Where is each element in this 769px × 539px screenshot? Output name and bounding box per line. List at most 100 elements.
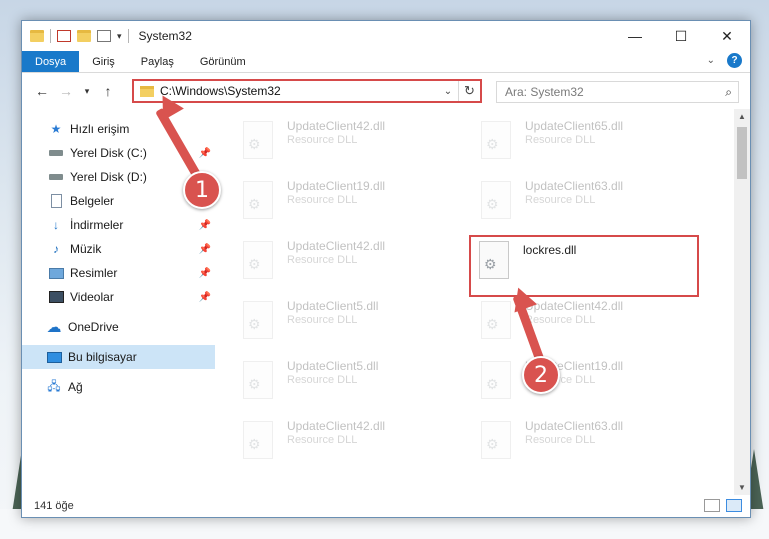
pin-icon[interactable]: 📌 <box>199 148 211 159</box>
address-bar[interactable]: C:\Windows\System32 ⌄ ↻ <box>132 79 482 103</box>
sidebar-item-label: Videolar <box>70 290 114 304</box>
sidebar-item-downloads[interactable]: ↓ İndirmeler 📌 <box>22 213 215 237</box>
navigation-bar: ← → ▾ ↑ C:\Windows\System32 ⌄ ↻ Ara: Sys… <box>22 73 750 109</box>
file-tile-lockres[interactable]: lockres.dll <box>469 235 699 297</box>
quick-access-toolbar: ▾ <box>30 29 129 43</box>
title-bar: ▾ System32 — ☐ ✕ <box>22 21 750 51</box>
sidebar-item-videos[interactable]: Videolar 📌 <box>22 285 215 309</box>
dll-file-icon <box>481 301 511 339</box>
sidebar-item-label: Belgeler <box>70 194 115 208</box>
file-tile[interactable]: UpdateClient42.dllResource DLL <box>243 117 481 177</box>
tab-paylas[interactable]: Paylaş <box>128 51 187 72</box>
sidebar-item-quick-access[interactable]: ★ Hızlı erişim <box>22 117 215 141</box>
file-tile[interactable]: UpdateClient42.dllResource DLL <box>243 417 481 477</box>
forward-button[interactable]: → <box>56 79 76 103</box>
dll-file-icon <box>481 421 511 459</box>
properties-icon[interactable] <box>57 30 71 42</box>
music-icon: ♪ <box>53 242 59 256</box>
new-folder-icon[interactable] <box>77 30 91 42</box>
vertical-scrollbar[interactable]: ▲ ▼ <box>734 109 750 495</box>
qat-dropdown-icon[interactable]: ▾ <box>117 31 122 42</box>
dll-file-icon <box>479 241 509 279</box>
network-icon: 🖧 <box>47 378 61 393</box>
scroll-up-icon[interactable]: ▲ <box>734 112 750 121</box>
ribbon-controls: ⌄ ? <box>707 53 742 68</box>
file-name: UpdateClient42.dll <box>287 119 386 133</box>
file-tile[interactable]: UpdateClient42.dllResource DLL <box>243 237 481 297</box>
sidebar-item-pictures[interactable]: Resimler 📌 <box>22 261 215 285</box>
disk-icon <box>48 146 64 160</box>
file-tile[interactable]: UpdateClient19.dllResource DLL <box>243 177 481 237</box>
file-name: UpdateClient42.dll <box>287 419 386 433</box>
toolbar-separator <box>127 29 129 43</box>
up-button[interactable]: ↑ <box>98 79 118 103</box>
video-icon <box>48 290 64 304</box>
sidebar-item-label: Resimler <box>70 266 118 280</box>
sidebar-item-network[interactable]: 🖧 Ağ <box>22 375 215 399</box>
expand-ribbon-icon[interactable]: ⌄ <box>707 55 715 66</box>
file-name: UpdateClient42.dll <box>287 239 386 253</box>
file-tile[interactable]: UpdateClient63.dllResource DLL <box>481 177 719 237</box>
sidebar-item-label: İndirmeler <box>70 218 124 232</box>
folder-icon <box>140 85 154 97</box>
sidebar-item-onedrive[interactable]: ☁ OneDrive <box>22 315 215 339</box>
pin-icon[interactable]: 📌 <box>199 292 211 303</box>
window-controls: — ☐ ✕ <box>612 21 750 51</box>
file-type: Resource DLL <box>525 314 596 326</box>
scroll-thumb[interactable] <box>737 127 747 179</box>
status-bar: 141 öğe <box>22 495 750 517</box>
recent-locations-icon[interactable]: ▾ <box>80 79 94 103</box>
file-type: Resource DLL <box>287 374 358 386</box>
file-tile[interactable]: UpdateClient63.dllResource DLL <box>481 417 719 477</box>
customize-icon[interactable] <box>97 30 111 42</box>
disk-icon <box>48 170 64 184</box>
file-tile[interactable]: UpdateClient5.dllResource DLL <box>243 297 481 357</box>
sidebar-item-label: Bu bilgisayar <box>68 350 137 364</box>
tab-dosya[interactable]: Dosya <box>22 51 80 72</box>
close-button[interactable]: ✕ <box>704 21 750 51</box>
address-path[interactable]: C:\Windows\System32 <box>160 84 438 98</box>
file-tile[interactable]: UpdateClient19.dllResource DLL <box>481 357 719 417</box>
pin-icon[interactable]: 📌 <box>199 244 211 255</box>
address-dropdown-icon[interactable]: ⌄ <box>438 86 458 97</box>
file-name: UpdateClient19.dll <box>287 179 386 193</box>
sidebar-item-label: Ağ <box>68 380 83 394</box>
dll-file-icon <box>481 121 511 159</box>
pictures-icon <box>48 266 64 280</box>
file-name: UpdateClient63.dll <box>525 419 624 433</box>
maximize-button[interactable]: ☐ <box>658 21 704 51</box>
file-name: UpdateClient42.dll <box>525 299 624 313</box>
pin-icon[interactable]: 📌 <box>199 220 211 231</box>
sidebar-item-this-pc[interactable]: Bu bilgisayar <box>22 345 215 369</box>
file-type: Resource DLL <box>287 194 358 206</box>
file-type: Resource DLL <box>525 134 596 146</box>
sidebar-item-label: Yerel Disk (D:) <box>70 170 147 184</box>
file-name: UpdateClient65.dll <box>525 119 624 133</box>
tab-giris[interactable]: Giriş <box>79 51 128 72</box>
file-type: Resource DLL <box>525 434 596 446</box>
file-tile[interactable]: UpdateClient5.dllResource DLL <box>243 357 481 417</box>
minimize-button[interactable]: — <box>612 21 658 51</box>
search-box[interactable]: Ara: System32 ⌕ <box>496 81 739 103</box>
file-name: lockres.dll <box>523 243 577 257</box>
file-grid: UpdateClient42.dllResource DLL UpdateCli… <box>243 117 750 477</box>
folder-icon <box>30 30 44 42</box>
scroll-down-icon[interactable]: ▼ <box>734 483 750 492</box>
sidebar-item-music[interactable]: ♪ Müzik 📌 <box>22 237 215 261</box>
details-view-icon[interactable] <box>704 499 720 512</box>
pin-icon[interactable]: 📌 <box>199 268 211 279</box>
step-2-badge: 2 <box>522 356 560 394</box>
search-icon[interactable]: ⌕ <box>725 85 732 100</box>
main-area: ★ Hızlı erişim Yerel Disk (C:) 📌 Yerel D… <box>22 109 750 495</box>
tab-gorunum[interactable]: Görünüm <box>187 51 259 72</box>
computer-icon <box>46 350 62 364</box>
large-icons-view-icon[interactable] <box>726 499 742 512</box>
search-placeholder: Ara: System32 <box>505 85 584 99</box>
back-button[interactable]: ← <box>32 79 52 103</box>
dll-file-icon <box>243 421 273 459</box>
refresh-icon[interactable]: ↻ <box>458 81 480 101</box>
sidebar-item-label: OneDrive <box>68 320 119 334</box>
file-tile[interactable]: UpdateClient65.dllResource DLL <box>481 117 719 177</box>
help-icon[interactable]: ? <box>727 53 742 68</box>
toolbar-separator <box>50 29 51 43</box>
